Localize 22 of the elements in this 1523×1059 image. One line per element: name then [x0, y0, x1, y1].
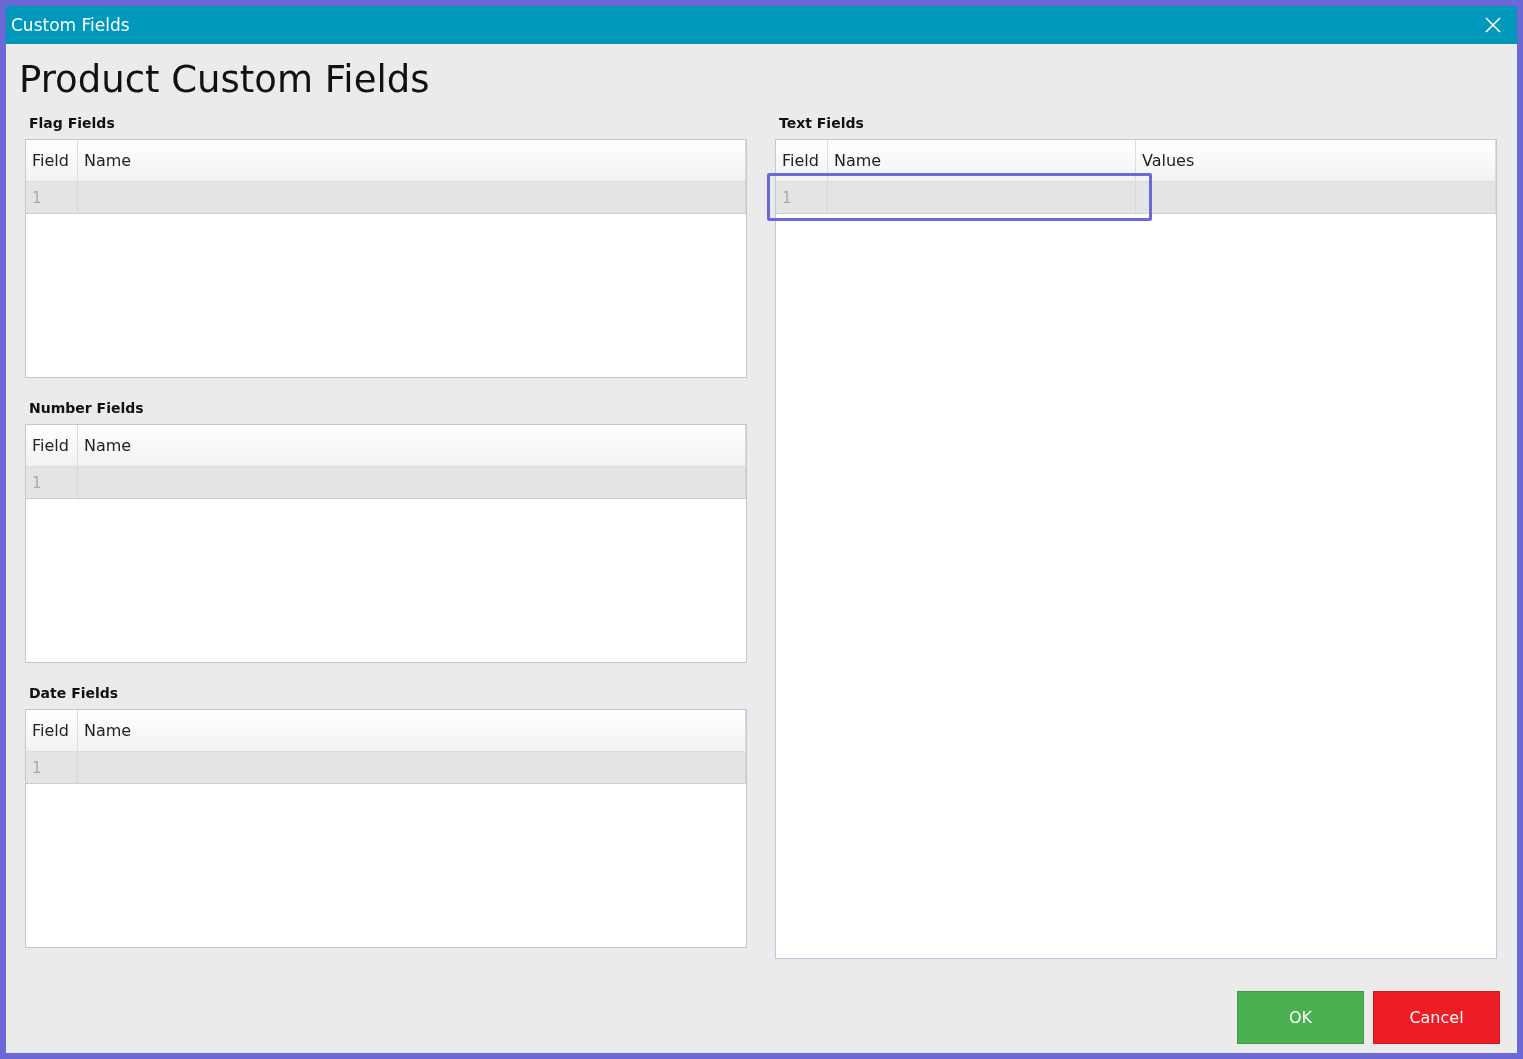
close-button[interactable] — [1483, 15, 1503, 35]
table-cell: 1 — [26, 752, 78, 783]
close-icon — [1485, 17, 1501, 33]
table-cell: 1 — [26, 182, 78, 213]
window-title: Custom Fields — [11, 15, 130, 35]
column-header[interactable]: Field — [776, 140, 828, 181]
section-title: Text Fields — [779, 115, 865, 131]
column-header[interactable]: Name — [78, 140, 746, 181]
column-header[interactable]: Name — [78, 710, 746, 751]
table-cell: 1 — [26, 467, 78, 498]
cancel-button[interactable]: Cancel — [1373, 991, 1500, 1044]
column-header[interactable]: Name — [78, 425, 746, 466]
column-header[interactable]: Field — [26, 140, 78, 181]
section-title: Number Fields — [29, 400, 145, 416]
column-header[interactable]: Values — [1136, 140, 1496, 181]
section-title: Date Fields — [29, 685, 120, 701]
column-header[interactable]: Name — [828, 140, 1136, 181]
column-header[interactable]: Field — [26, 425, 78, 466]
section-title: Flag Fields — [29, 115, 116, 131]
dialog-heading: Product Custom Fields — [19, 58, 431, 101]
table-cell: 1 — [776, 182, 828, 213]
column-header[interactable]: Field — [26, 710, 78, 751]
